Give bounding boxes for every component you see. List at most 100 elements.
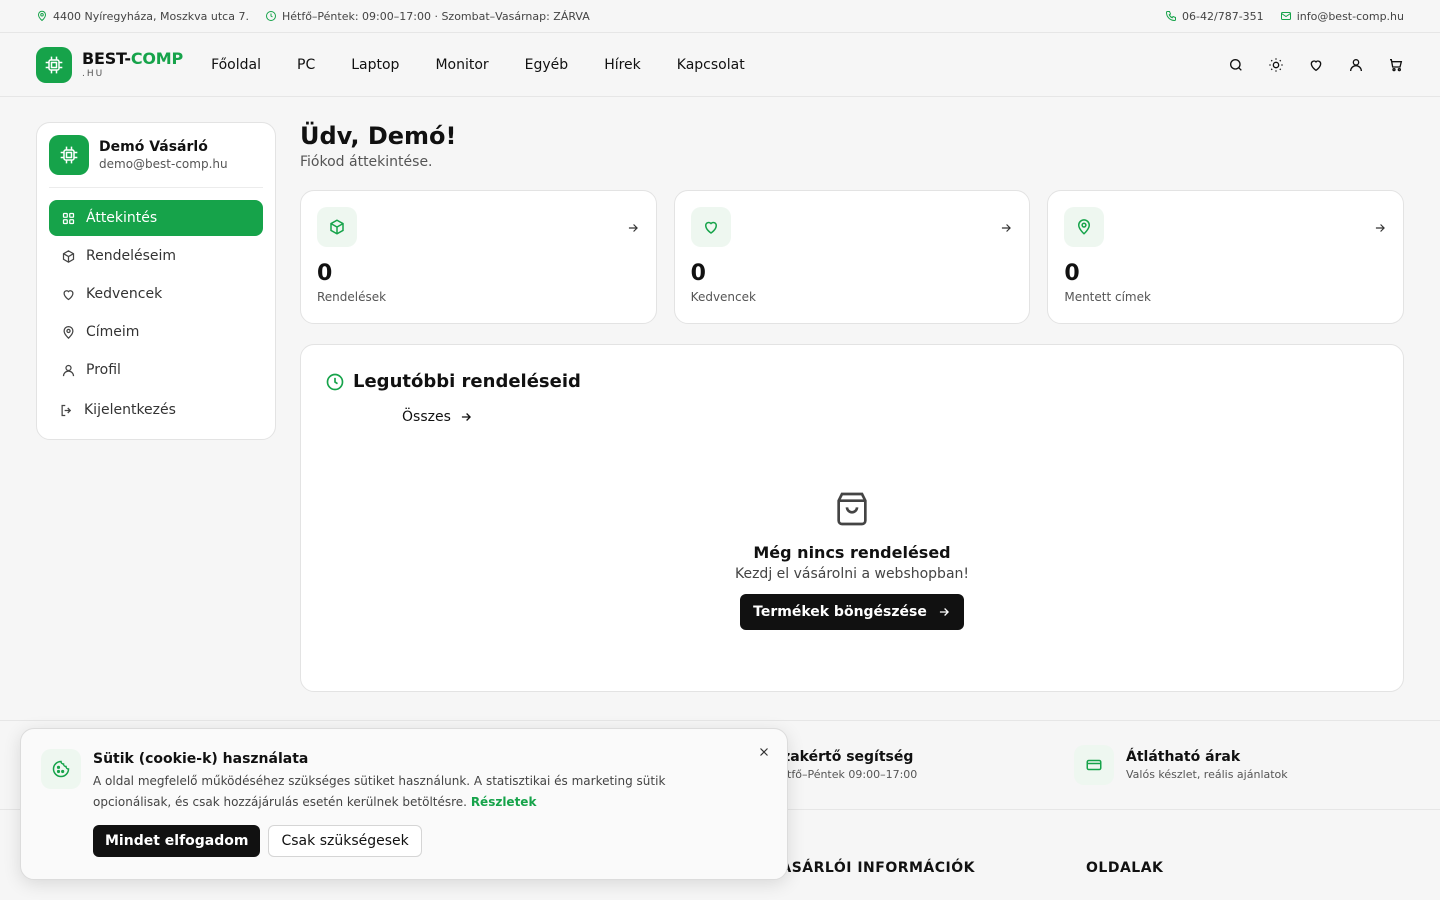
sidebar-item-label: Profil [86,362,121,378]
map-pin-icon [1064,207,1105,247]
all-orders-link[interactable]: Összes [402,409,473,425]
shopping-bag-icon [832,489,872,529]
all-orders-label: Összes [402,409,451,425]
cookie-title: Sütik (cookie-k) használata [93,751,309,767]
email-link[interactable]: info@best-comp.hu [1280,10,1404,23]
nav-item-laptop[interactable]: Laptop [351,57,399,73]
cookie-text: A oldal megfelelő működéséhez szükséges … [93,771,733,813]
address-text: 4400 Nyíregyháza, Moszkva utca 7. [53,9,249,23]
logo[interactable]: BEST-COMP .HU [36,46,184,83]
sidebar-item-label: Címeim [86,324,140,340]
account-menu: Áttekintés Rendeléseim Kedvencek Címeim … [49,200,263,428]
stat-card-favorites[interactable]: 0 Kedvencek [673,190,1031,324]
cart-icon[interactable] [1388,57,1404,73]
cookie-description: A oldal megfelelő működéséhez szükséges … [93,774,666,809]
sidebar-item-attekintes[interactable]: Áttekintés [49,200,263,236]
empty-title: Még nincs rendelésed [753,543,951,562]
package-icon [317,207,357,247]
cookie-icon [41,749,81,789]
arrow-right-icon [459,410,473,424]
stat-value: 0 [317,261,333,286]
hours-text: Hétfő–Péntek: 09:00–17:00 · Szombat–Vasá… [281,9,590,23]
map-pin-icon [61,325,76,340]
stats-row: 0 Rendelések 0 Kedvencek 0 Mentett címek [300,190,1405,324]
arrow-right-icon [999,221,1013,235]
sidebar-item-profil[interactable]: Profil [49,352,263,388]
arrow-right-icon [937,605,951,619]
site-header: BEST-COMP .HU Főoldal PC Laptop Monitor … [0,33,1440,97]
mail-icon [1280,10,1292,22]
recent-orders-heading: Legutóbbi rendeléseid [325,371,581,392]
sidebar-item-kedvencek[interactable]: Kedvencek [49,276,263,312]
cookie-banner: Sütik (cookie-k) használata A oldal megf… [20,728,788,880]
logout-icon [59,403,74,418]
page-subtitle: Fiókod áttekintése. [300,154,433,170]
user-card: Demó Vásárló demo@best-comp.hu [49,135,263,188]
empty-subtitle: Kezdj el vásárolni a webshopban! [734,566,970,582]
necessary-cookies-button[interactable]: Csak szükségesek [268,825,422,857]
brand-suffix: .HU [82,68,105,79]
map-pin-icon [36,10,48,22]
email-text: info@best-comp.hu [1296,9,1404,23]
stat-value: 0 [690,261,706,286]
sidebar-item-label: Kijelentkezés [84,402,176,418]
grid-icon [61,211,76,226]
chip-icon [36,46,72,83]
heart-icon[interactable] [1308,57,1324,73]
nav-item-hirek[interactable]: Hírek [604,57,641,73]
heart-icon [690,207,731,247]
nav-item-egyeb[interactable]: Egyéb [525,57,569,73]
recent-orders-title: Legutóbbi rendeléseid [353,371,581,392]
clock-icon [325,372,345,392]
user-name: Demó Vásárló [99,139,208,155]
sidebar-item-rendeleseim[interactable]: Rendeléseim [49,238,263,274]
sidebar-item-label: Kedvencek [86,286,163,302]
feature-title: Átlátható árak [1126,749,1241,765]
phone-link[interactable]: 06-42/787-351 [1165,10,1264,23]
browse-products-button[interactable]: Termékek böngészése [740,594,964,630]
top-info-bar: 4400 Nyíregyháza, Moszkva utca 7. Hétfő–… [0,0,1440,33]
account-sidebar: Demó Vásárló demo@best-comp.hu Áttekinté… [36,122,276,440]
arrow-right-icon [1373,221,1387,235]
feature-sub: Hétfő–Péntek 09:00–17:00 [772,768,918,781]
sun-icon[interactable] [1268,57,1284,73]
address-info: 4400 Nyíregyháza, Moszkva utca 7. [36,10,249,23]
stat-card-orders[interactable]: 0 Rendelések [300,190,657,324]
nav-item-kapcsolat[interactable]: Kapcsolat [677,57,745,73]
nav-item-fooldal[interactable]: Főoldal [211,57,261,73]
sidebar-item-cimeim[interactable]: Címeim [49,314,263,350]
account-overview: Üdv, Demó! Fiókod áttekintése. 0 Rendelé… [300,122,1405,692]
cookie-details-link[interactable]: Részletek [471,795,537,809]
search-icon[interactable] [1228,57,1244,73]
sidebar-item-label: Áttekintés [86,210,158,226]
phone-icon [1165,10,1177,22]
accept-all-cookies-button[interactable]: Mindet elfogadom [93,825,261,857]
stat-label: Rendelések [317,290,387,304]
clock-icon [265,10,277,22]
close-icon[interactable] [757,745,771,759]
recent-orders-panel: Legutóbbi rendeléseid Összes Még nincs r… [300,344,1404,692]
feature-sub: Valós készlet, reális ajánlatok [1126,768,1288,781]
stat-value: 0 [1064,261,1080,286]
nav-item-pc[interactable]: PC [297,57,315,73]
page-title: Üdv, Demó! [300,122,457,150]
user-icon [61,363,76,378]
user-icon[interactable] [1348,57,1364,73]
nav-item-monitor[interactable]: Monitor [435,57,488,73]
main-nav: Főoldal PC Laptop Monitor Egyéb Hírek Ka… [211,57,745,73]
stat-label: Kedvencek [690,290,756,304]
card-icon [1074,745,1114,785]
brand-name-a: BEST- [82,48,131,68]
phone-text: 06-42/787-351 [1182,9,1264,23]
user-email: demo@best-comp.hu [99,157,228,171]
avatar [49,135,89,175]
hours-info: Hétfő–Péntek: 09:00–17:00 · Szombat–Vasá… [265,10,590,23]
brand-name-b: COMP [130,48,184,68]
empty-orders-state: Még nincs rendelésed Kezdj el vásárolni … [301,489,1403,630]
stat-card-addresses[interactable]: 0 Mentett címek [1047,190,1405,324]
footer-heading-pages: OLDALAK [1086,860,1164,876]
package-icon [61,249,76,264]
sidebar-item-kijelentkezes[interactable]: Kijelentkezés [49,392,263,428]
heart-icon [61,287,76,302]
sidebar-item-label: Rendeléseim [86,248,177,264]
